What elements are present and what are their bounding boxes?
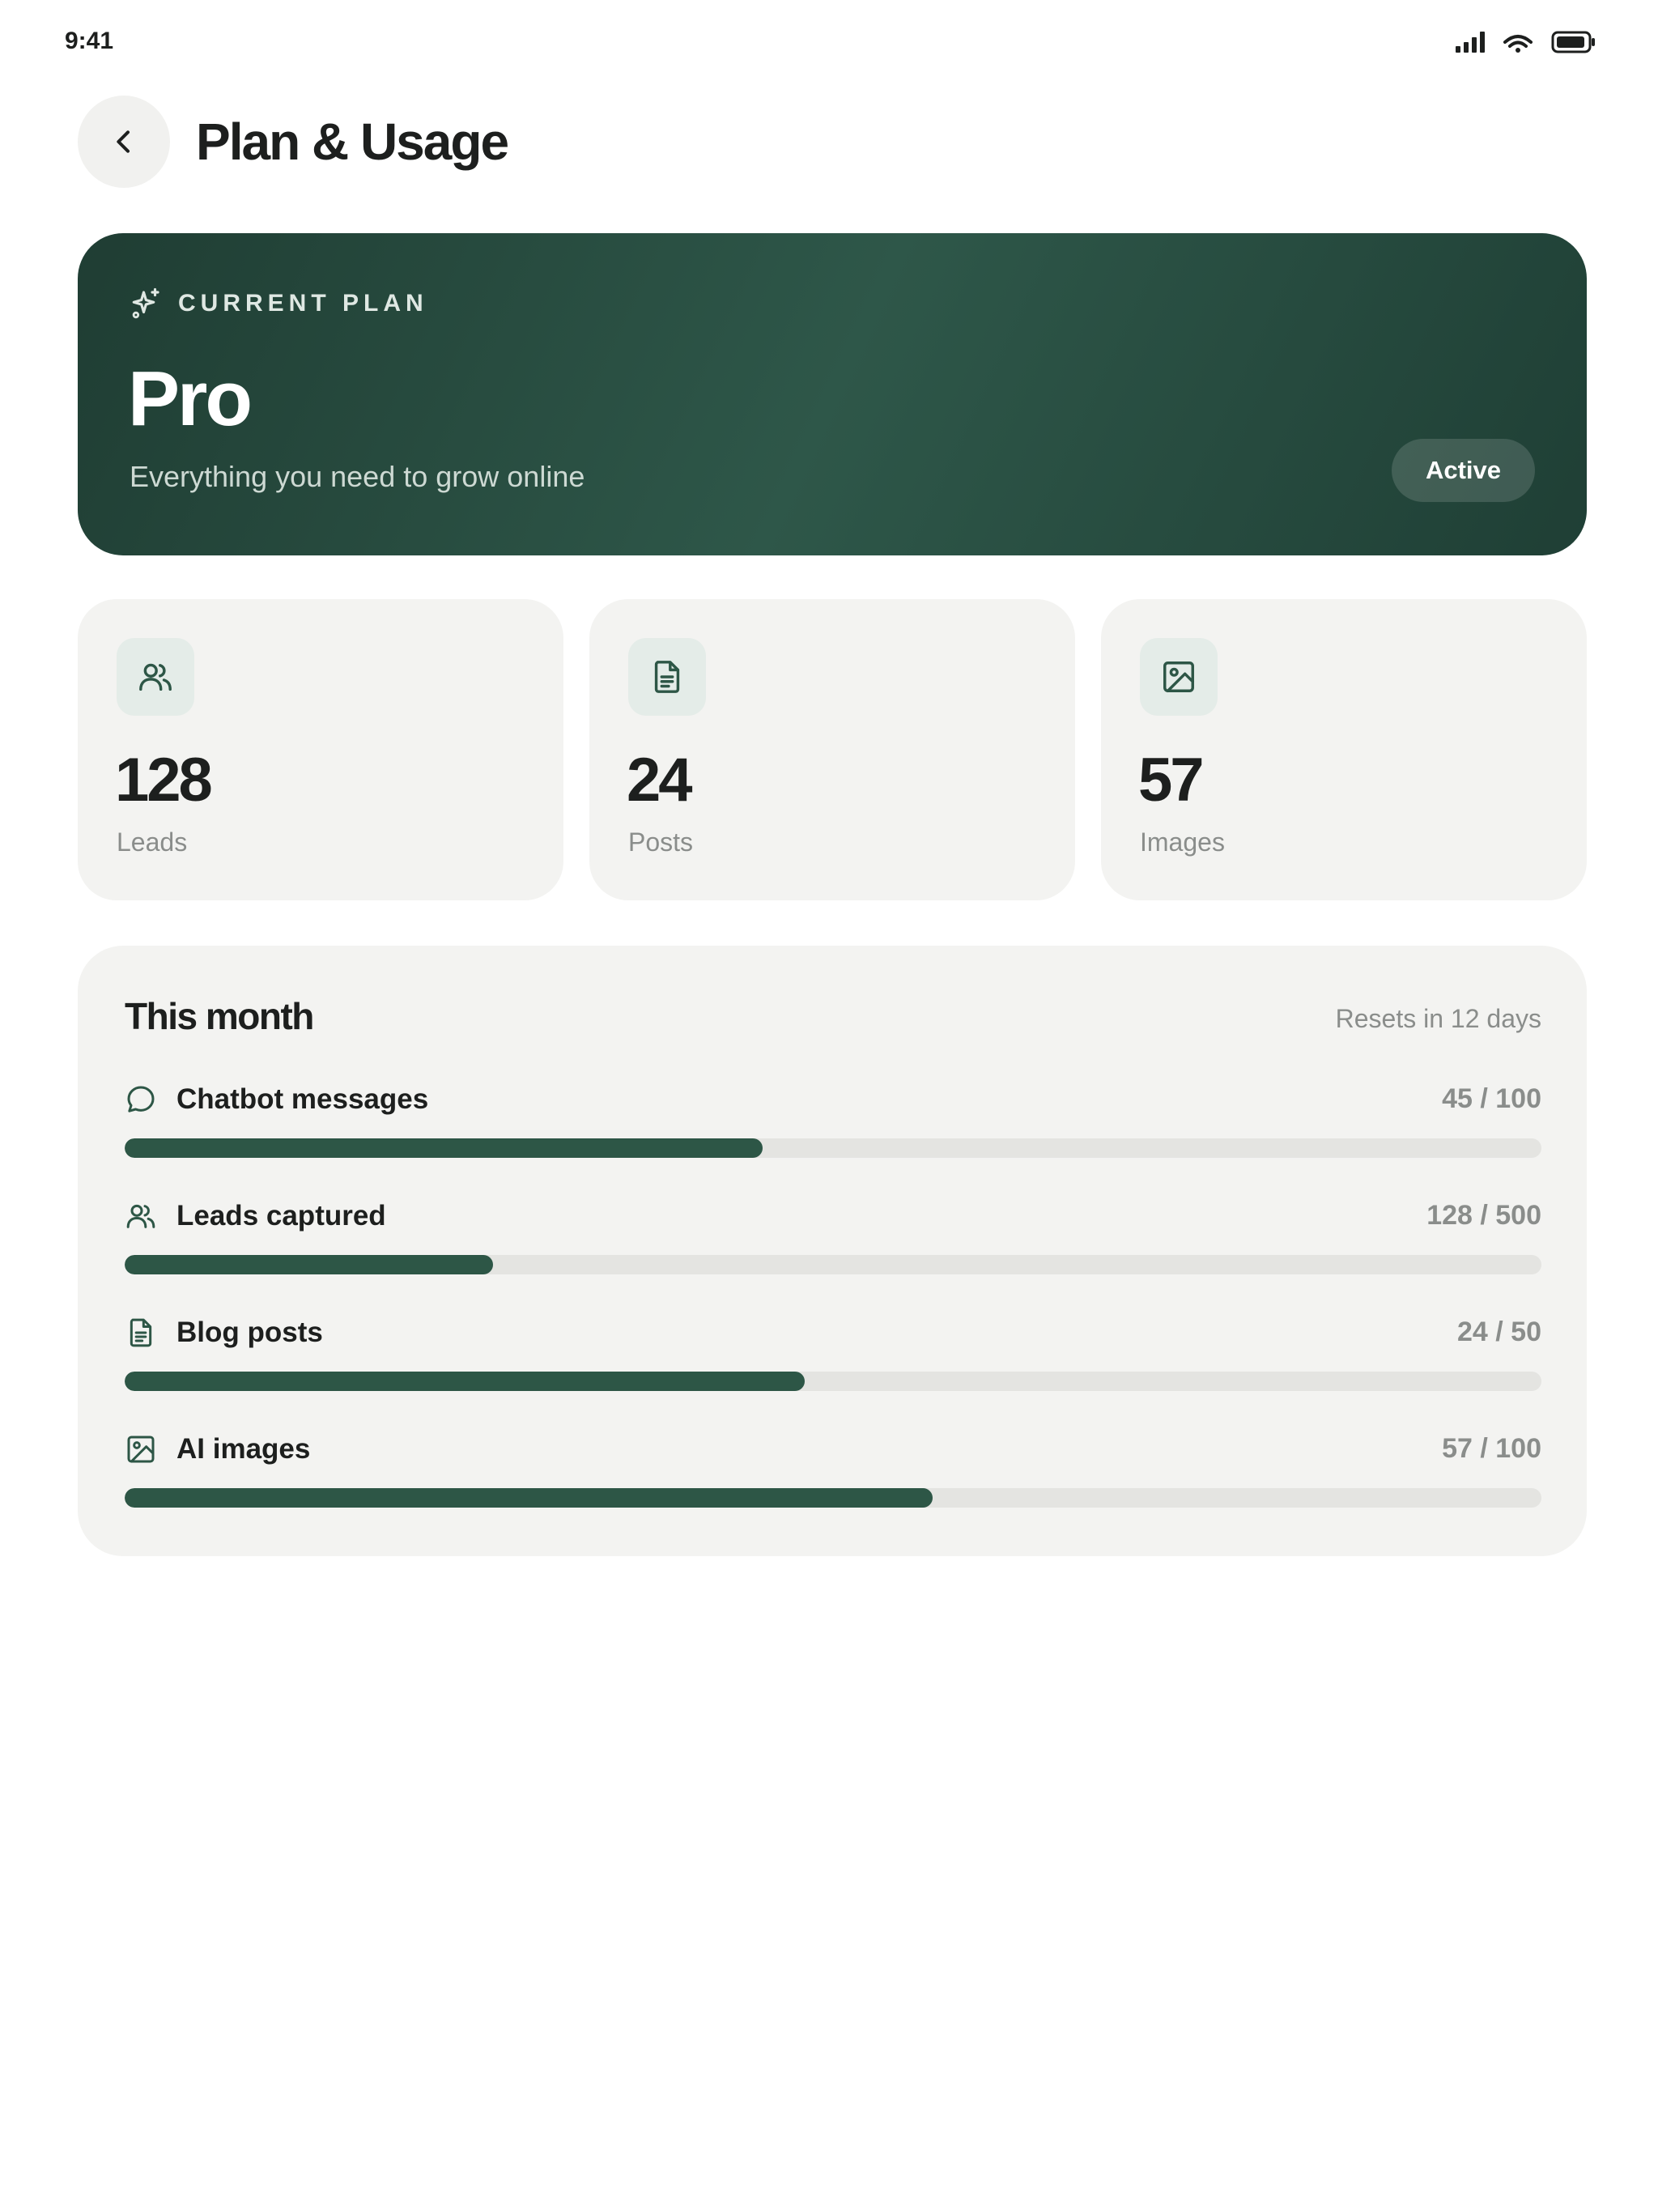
users-icon <box>125 1200 157 1232</box>
stat-label: Leads <box>117 827 188 857</box>
status-badge: Active <box>1391 439 1535 502</box>
usage-reset-text: Resets in 12 days <box>1335 1004 1541 1033</box>
page-title: Plan & Usage <box>196 113 509 171</box>
plan-label-text: CURRENT PLAN <box>178 290 428 317</box>
usage-row-blog-posts: Blog posts 24 / 50 <box>125 1315 1541 1404</box>
usage-name: Leads captured <box>176 1200 386 1231</box>
stat-card-leads: 128 Leads <box>78 599 563 900</box>
progress-fill <box>125 1372 805 1391</box>
header: Plan & Usage <box>78 96 509 188</box>
progress-track <box>125 1372 1541 1391</box>
stat-icon-box <box>628 638 706 716</box>
stat-card-posts: 24 Posts <box>589 599 1075 900</box>
plan-description: Everything you need to grow online <box>130 460 585 493</box>
stat-value: 57 <box>1138 746 1205 815</box>
usage-count: 128 / 500 <box>1426 1200 1541 1231</box>
progress-fill <box>125 1255 493 1274</box>
status-icons <box>1456 31 1596 53</box>
stat-icon-box <box>117 638 194 716</box>
status-time: 9:41 <box>65 28 114 54</box>
plan-usage-screen: 9:41 Plan & Usage CURRENT PLAN Pro Every… <box>0 0 1658 2212</box>
sparkles-icon <box>132 287 159 319</box>
stat-label: Images <box>1140 827 1225 857</box>
usage-name: AI images <box>176 1433 311 1465</box>
usage-count: 57 / 100 <box>1442 1433 1541 1464</box>
image-icon <box>125 1433 157 1465</box>
status-bar: 9:41 <box>0 0 1658 81</box>
usage-title: This month <box>125 995 314 1037</box>
chat-bubble-icon <box>125 1083 157 1116</box>
image-icon <box>1163 661 1194 692</box>
battery-icon <box>1551 31 1595 53</box>
usage-row-head: Chatbot messages <box>125 1082 1541 1117</box>
usage-row-chatbot-messages: Chatbot messages 45 / 100 <box>125 1082 1541 1171</box>
document-icon <box>125 1317 157 1349</box>
usage-row-head: AI images <box>125 1431 1541 1467</box>
stat-label: Posts <box>628 827 694 857</box>
progress-track <box>125 1255 1541 1274</box>
progress-track <box>125 1488 1541 1508</box>
usage-row-head: Blog posts <box>125 1315 1541 1351</box>
usage-name: Chatbot messages <box>176 1083 429 1115</box>
progress-fill <box>125 1488 933 1508</box>
chevron-left-icon <box>117 130 130 153</box>
cellular-signal-icon <box>1456 32 1485 53</box>
usage-row-head: Leads captured <box>125 1198 1541 1234</box>
usage-card: This month Resets in 12 days Chatbot mes… <box>78 946 1587 1556</box>
plan-label: CURRENT PLAN <box>130 287 428 321</box>
current-plan-card: CURRENT PLAN Pro Everything you need to … <box>78 233 1587 555</box>
usage-count: 24 / 50 <box>1457 1317 1541 1347</box>
document-icon <box>654 661 680 693</box>
usage-row-leads-captured: Leads captured 128 / 500 <box>125 1198 1541 1287</box>
stat-card-images: 57 Images <box>1101 599 1587 900</box>
stat-value: 24 <box>627 746 693 815</box>
back-button[interactable] <box>78 96 170 188</box>
wifi-icon <box>1503 35 1533 53</box>
stat-icon-box <box>1140 638 1218 716</box>
plan-name: Pro <box>128 355 253 442</box>
stat-value: 128 <box>115 746 213 815</box>
usage-name: Blog posts <box>176 1317 323 1348</box>
stats-row: 128 Leads 24 Posts 57 Images <box>78 599 1587 900</box>
usage-row-ai-images: AI images 57 / 100 <box>125 1431 1541 1521</box>
progress-track <box>125 1138 1541 1158</box>
usage-count: 45 / 100 <box>1442 1083 1541 1114</box>
progress-fill <box>125 1138 763 1158</box>
users-icon <box>139 663 172 691</box>
